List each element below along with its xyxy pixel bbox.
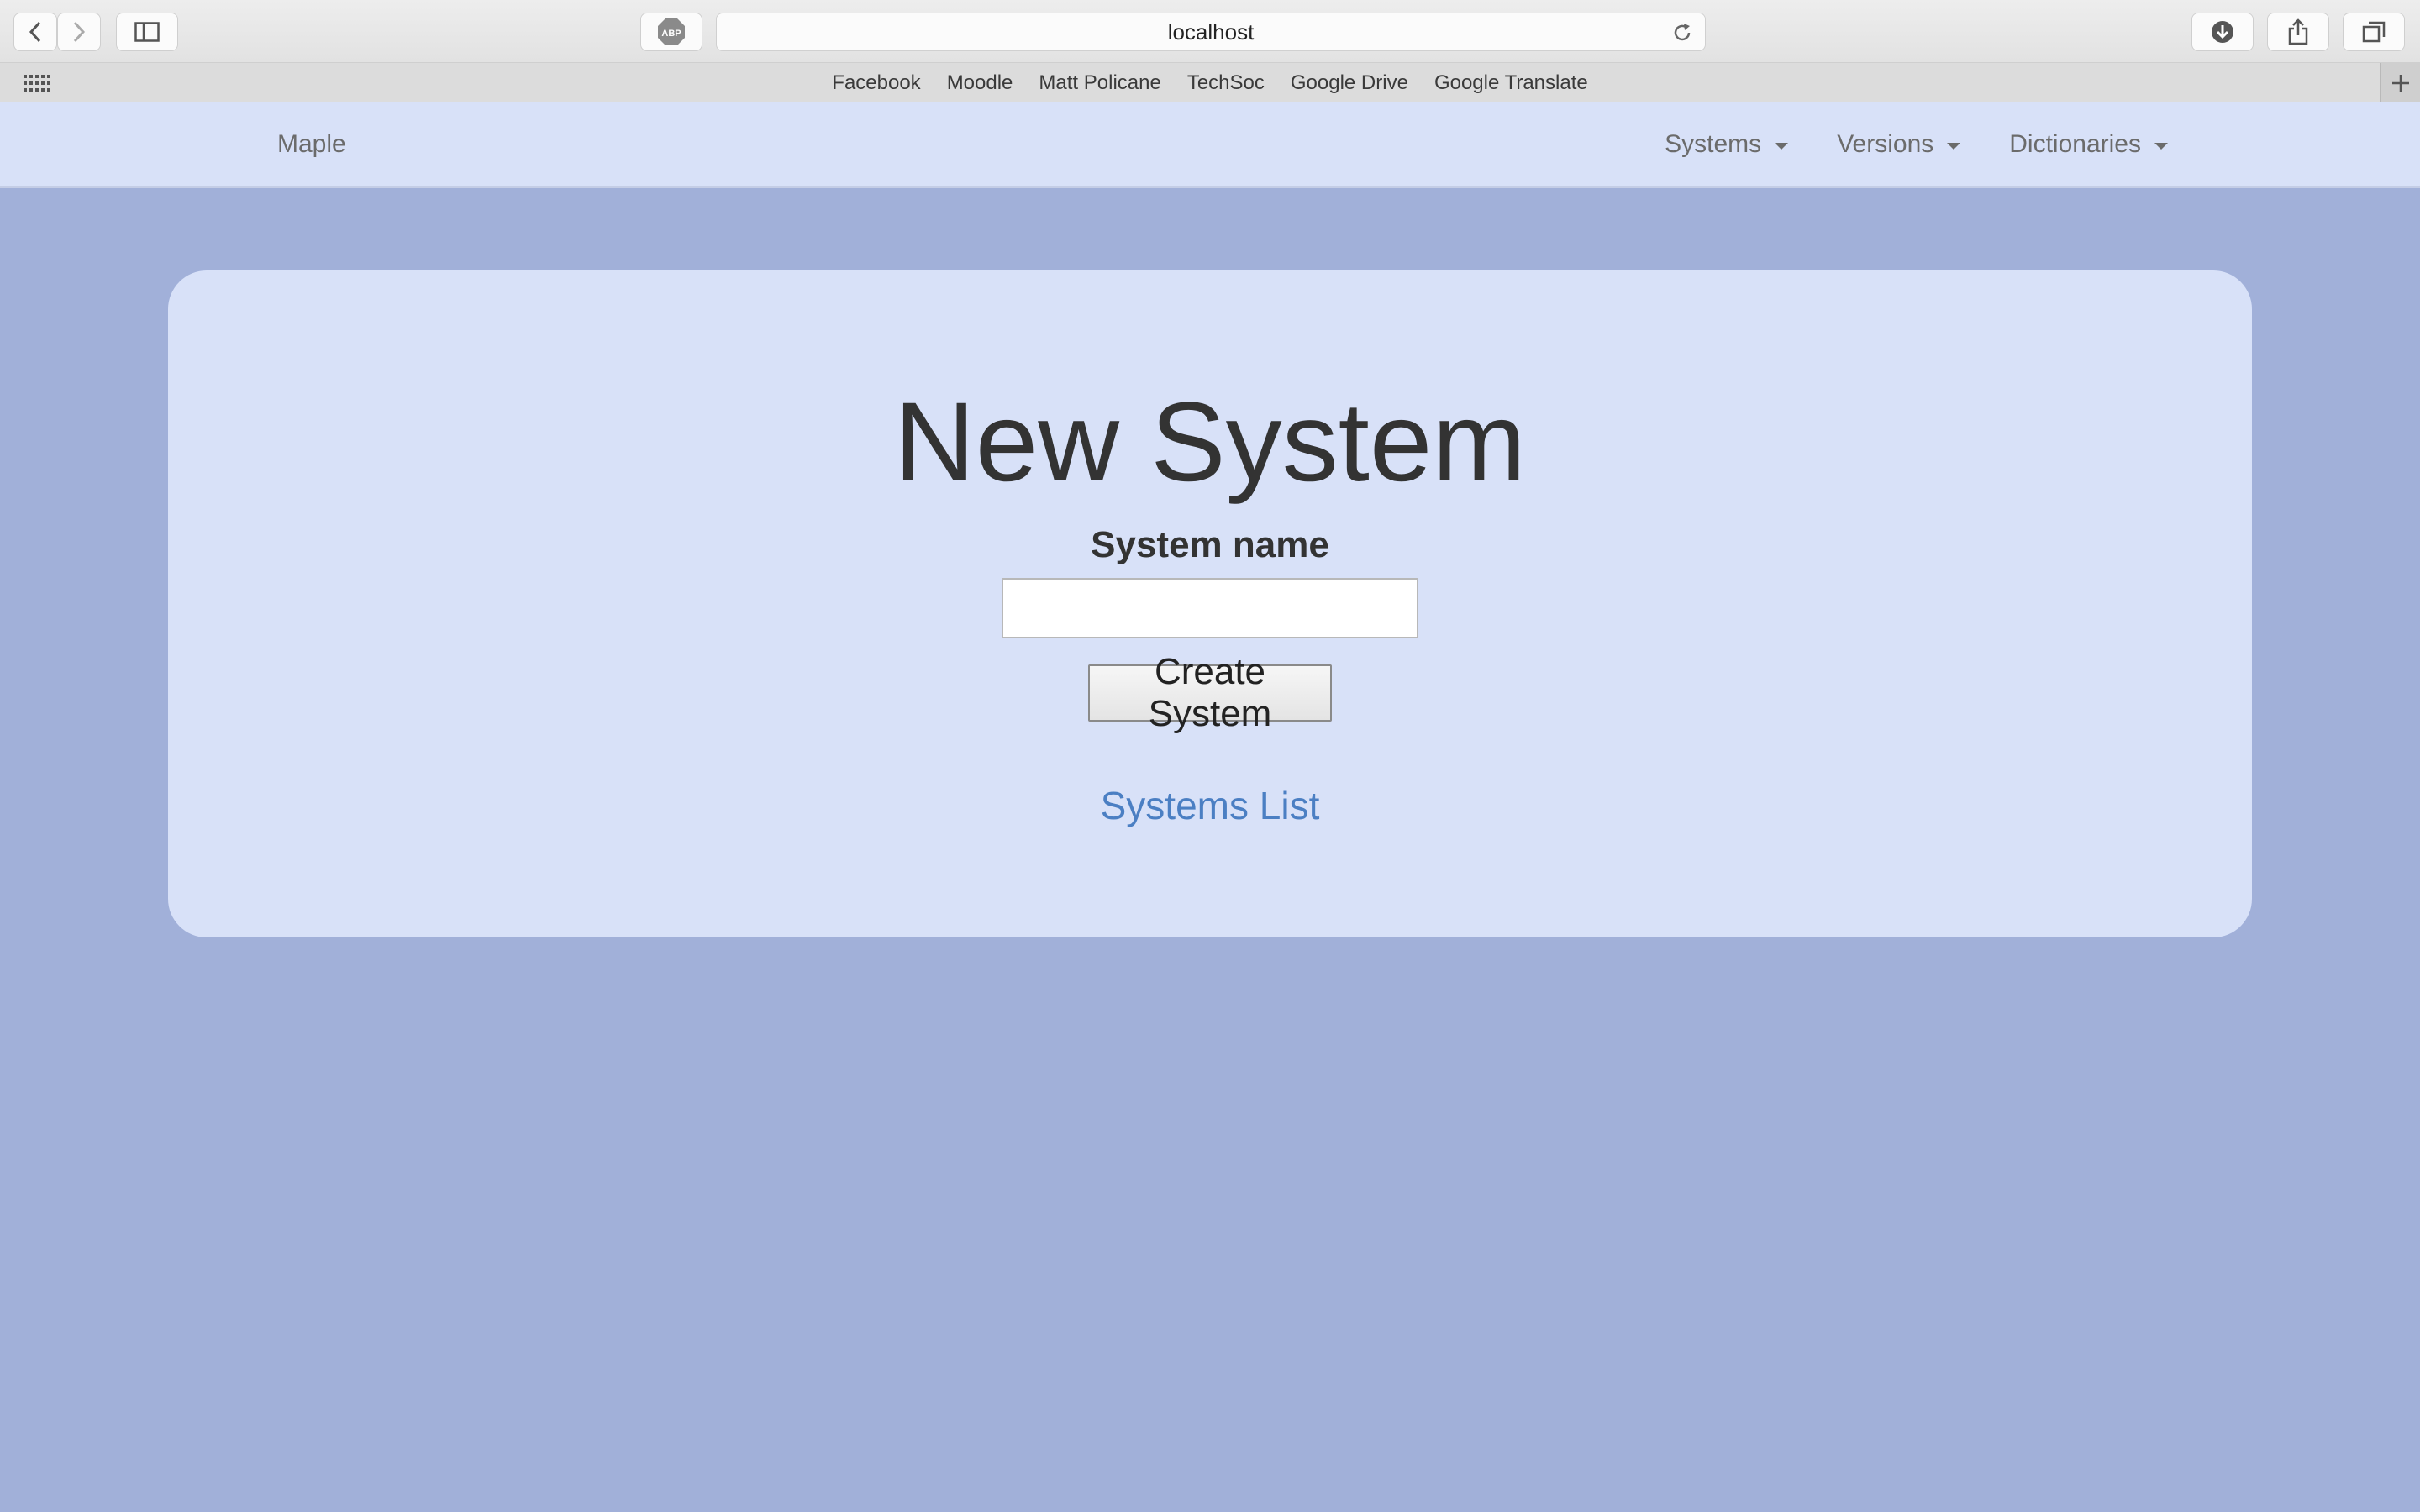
- bookmarks-bar: Facebook Moodle Matt Policane TechSoc Go…: [0, 62, 2420, 102]
- url-text: localhost: [1167, 18, 1255, 45]
- bookmark-matt-policane[interactable]: Matt Policane: [1039, 71, 1160, 95]
- bookmark-techsoc[interactable]: TechSoc: [1187, 71, 1265, 95]
- share-icon: [2288, 18, 2308, 45]
- nav-systems-dropdown[interactable]: Systems: [1665, 130, 1789, 159]
- nav-dictionaries-dropdown[interactable]: Dictionaries: [2009, 130, 2168, 159]
- reload-icon[interactable]: [1671, 22, 1693, 44]
- bookmark-google-translate[interactable]: Google Translate: [1434, 71, 1588, 95]
- bookmark-list: Facebook Moodle Matt Policane TechSoc Go…: [0, 63, 2420, 103]
- systems-list-link[interactable]: Systems List: [0, 783, 2420, 828]
- nav-dictionaries-label: Dictionaries: [2009, 130, 2141, 158]
- nav-versions-label: Versions: [1837, 130, 1934, 158]
- bookmark-google-drive[interactable]: Google Drive: [1291, 71, 1408, 95]
- share-button[interactable]: [2267, 13, 2329, 51]
- caret-down-icon: [2154, 143, 2168, 150]
- back-button[interactable]: [13, 13, 57, 51]
- bookmark-facebook[interactable]: Facebook: [832, 71, 920, 95]
- system-name-label: System name: [1091, 524, 1329, 565]
- svg-text:ABP: ABP: [661, 29, 681, 39]
- adblock-button[interactable]: ABP: [640, 13, 702, 51]
- forward-icon: [73, 21, 86, 43]
- forward-button[interactable]: [57, 13, 101, 51]
- browser-toolbar: ABP localhost: [0, 0, 2420, 62]
- downloads-button[interactable]: [2191, 13, 2254, 51]
- download-icon: [2212, 21, 2233, 43]
- tabs-icon: [2362, 21, 2386, 43]
- new-tab-icon: [2391, 74, 2409, 92]
- nav-menu: Systems Versions Dictionaries: [1665, 102, 2168, 186]
- caret-down-icon: [1947, 143, 1961, 150]
- address-bar[interactable]: localhost: [716, 13, 1706, 51]
- create-system-button[interactable]: Create System: [1088, 651, 1332, 734]
- system-name-input[interactable]: [1002, 578, 1418, 638]
- brand-link[interactable]: Maple: [277, 102, 346, 186]
- nav-systems-label: Systems: [1665, 130, 1762, 158]
- caret-down-icon: [1775, 143, 1789, 150]
- sidebar-icon: [134, 22, 160, 42]
- sidebar-button[interactable]: [116, 13, 178, 51]
- bookmark-moodle[interactable]: Moodle: [947, 71, 1013, 95]
- back-icon: [29, 21, 41, 43]
- site-navbar: Maple Systems Versions Dictionaries: [0, 102, 2420, 188]
- adblock-icon: ABP: [658, 18, 685, 45]
- new-tab-button[interactable]: [2380, 63, 2420, 102]
- nav-versions-dropdown[interactable]: Versions: [1837, 130, 1961, 159]
- page-title: New System: [893, 380, 1527, 505]
- tabs-button[interactable]: [2343, 13, 2405, 51]
